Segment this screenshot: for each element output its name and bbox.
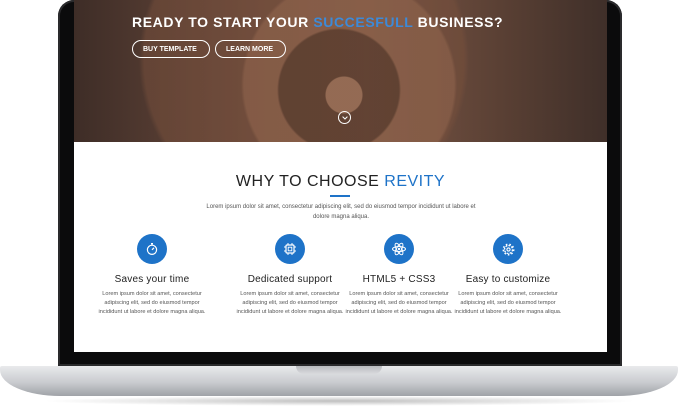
hero-title: READY TO START YOUR SUCCESFULL BUSINESS?	[132, 14, 503, 30]
learn-more-label: LEARN MORE	[226, 45, 274, 53]
feature-icon-circle	[137, 234, 167, 264]
gear-icon	[502, 243, 514, 255]
chevron-down-icon	[341, 115, 348, 120]
feature-title: Dedicated support	[247, 274, 333, 285]
atom-icon	[392, 242, 406, 256]
laptop-shadow	[40, 396, 638, 406]
feature-icon-circle	[493, 234, 523, 264]
feature-icon-circle	[275, 234, 305, 264]
feature-text: Lorem ipsum dolor sit amet, consectetur …	[98, 291, 206, 315]
hero-title-text-end: BUSINESS?	[413, 14, 504, 30]
feature-card: Saves your time Lorem ipsum dolor sit am…	[92, 234, 212, 317]
learn-more-button[interactable]: LEARN MORE	[215, 40, 286, 58]
feature-icon-circle	[384, 234, 414, 264]
hero-title-accent: SUCCESFULL	[313, 14, 414, 30]
stopwatch-icon	[146, 243, 158, 256]
feature-card: Dedicated support Lorem ipsum dolor sit …	[230, 234, 350, 317]
title-underline	[330, 195, 350, 197]
feature-text: Lorem ipsum dolor sit amet, consectetur …	[345, 291, 453, 315]
section-title-accent: REVITY	[384, 173, 446, 190]
feature-text: Lorem ipsum dolor sit amet, consectetur …	[236, 291, 344, 315]
feature-text: Lorem ipsum dolor sit amet, consectetur …	[454, 291, 562, 315]
feature-title: HTML5 + CSS3	[362, 274, 436, 285]
feature-title: Easy to customize	[465, 274, 551, 285]
feature-card: Easy to customize Lorem ipsum dolor sit …	[448, 234, 568, 317]
laptop-notch	[296, 366, 382, 374]
feature-title: Saves your time	[114, 274, 190, 285]
feature-card: HTML5 + CSS3 Lorem ipsum dolor sit amet,…	[339, 234, 459, 317]
scroll-down-button[interactable]	[338, 111, 351, 124]
hero-title-text: READY TO START YOUR	[132, 14, 314, 30]
buy-template-label: BUY TEMPLATE	[143, 45, 197, 53]
section-intro: Lorem ipsum dolor sit amet, consectetur …	[206, 204, 476, 220]
section-title: WHY TO CHOOSE REVITY	[74, 173, 607, 191]
hero-section: READY TO START YOUR SUCCESFULL BUSINESS?…	[74, 0, 607, 142]
chip-icon	[284, 243, 296, 255]
section-title-text: WHY TO CHOOSE	[235, 173, 385, 190]
buy-template-button[interactable]: BUY TEMPLATE	[132, 40, 210, 58]
laptop-screen: READY TO START YOUR SUCCESFULL BUSINESS?…	[74, 0, 607, 352]
